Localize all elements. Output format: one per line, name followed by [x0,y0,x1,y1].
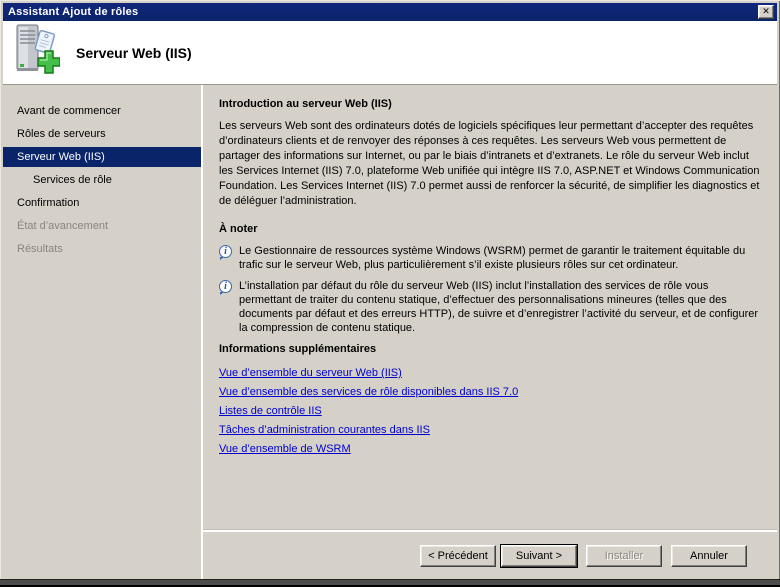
intro-paragraph: Les serveurs Web sont des ordinateurs do… [219,120,760,207]
add-roles-wizard-window: Assistant Ajout de rôles ✕ Serveur Web (… [0,0,780,587]
wizard-steps-sidebar: Avant de commencer Rôles de serveurs Ser… [3,85,203,579]
link-taches-administration-iis[interactable]: Tâches d’administration courantes dans I… [219,421,430,440]
link-listes-controle-iis[interactable]: Listes de contrôle IIS [219,402,322,421]
note-text: L’installation par défaut du rôle du ser… [239,280,759,334]
wizard-header: Serveur Web (IIS) [3,21,777,85]
intro-heading: Introduction au serveur Web (IIS) [219,98,392,110]
sidebar-item-serveur-web-iis[interactable]: Serveur Web (IIS) [3,147,201,167]
close-icon[interactable]: ✕ [758,5,774,19]
info-balloon-icon: i [219,280,232,295]
sidebar-item-etat-avancement: État d’avancement [17,220,109,232]
sidebar-item-services-de-role[interactable]: Services de rôle [3,170,201,190]
notes-heading: À noter [219,223,258,235]
info-balloon-icon: i [219,245,232,260]
sidebar-item-resultats: Résultats [17,243,63,255]
sidebar-item-roles-de-serveurs[interactable]: Rôles de serveurs [3,124,201,144]
next-button[interactable]: Suivant > [501,545,577,567]
additional-info-links: Vue d’ensemble du serveur Web (IIS) Vue … [219,364,763,459]
window-title: Assistant Ajout de rôles [8,6,139,18]
button-bar: < Précédent Suivant > Installer Annuler [203,532,777,579]
link-vue-ensemble-serveur-web[interactable]: Vue d’ensemble du serveur Web (IIS) [219,364,402,383]
link-vue-ensemble-wsrm[interactable]: Vue d’ensemble de WSRM [219,440,351,459]
window-bottom-border [0,579,780,587]
note-item: i Le Gestionnaire de ressources système … [219,244,763,272]
wizard-body: Avant de commencer Rôles de serveurs Ser… [3,85,777,579]
page-content: Introduction au serveur Web (IIS) Les se… [203,85,777,529]
title-bar: Assistant Ajout de rôles ✕ [3,3,777,21]
previous-button[interactable]: < Précédent [420,545,496,567]
cancel-button[interactable]: Annuler [671,545,747,567]
page-title: Serveur Web (IIS) [76,44,192,61]
install-button: Installer [586,545,662,567]
server-add-icon [12,24,61,83]
links-heading: Informations supplémentaires [219,343,377,355]
wizard-page: Introduction au serveur Web (IIS) Les se… [203,85,777,579]
note-item: i L’installation par défaut du rôle du s… [219,279,763,335]
link-vue-ensemble-services-role[interactable]: Vue d’ensemble des services de rôle disp… [219,383,518,402]
sidebar-item-confirmation[interactable]: Confirmation [3,193,201,213]
sidebar-item-avant-de-commencer[interactable]: Avant de commencer [3,101,201,121]
note-text: Le Gestionnaire de ressources système Wi… [239,245,746,271]
